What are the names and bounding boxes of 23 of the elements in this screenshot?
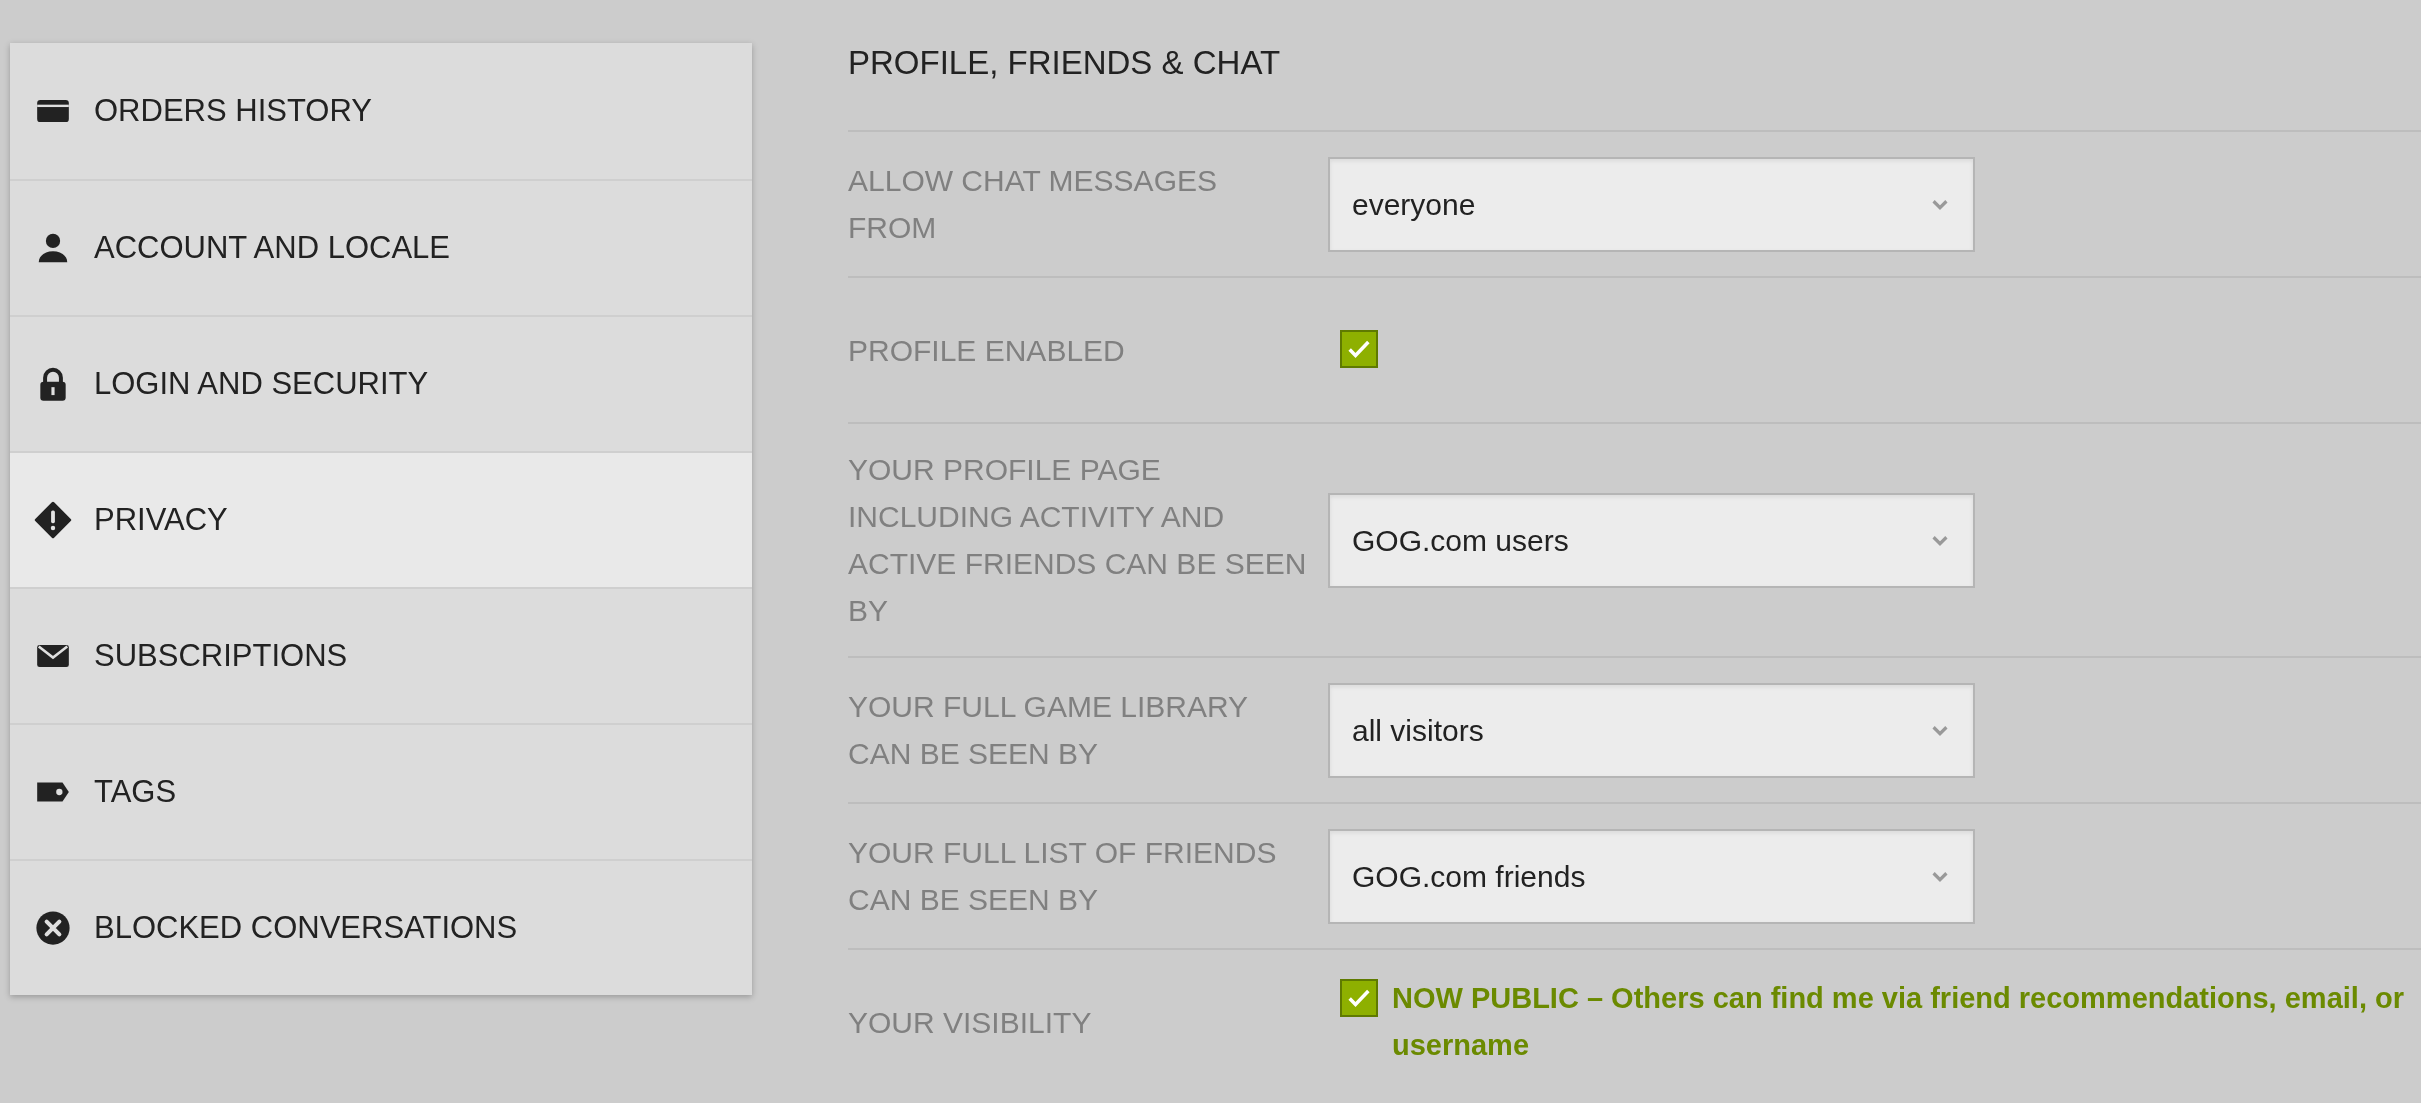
dropdown[interactable]: everyone bbox=[1328, 156, 1975, 252]
sidebar-item[interactable]: LOGIN AND SECURITY bbox=[10, 315, 752, 451]
setting-label: YOUR PROFILE PAGE INCLUDING ACTIVITY AND ACTIVE FRIENDS CAN BE SEEN BY bbox=[848, 452, 1308, 629]
checkbox[interactable] bbox=[1340, 330, 1378, 368]
setting-label: ALLOW CHAT MESSAGES FROM bbox=[848, 163, 1218, 246]
setting-label: PROFILE ENABLED bbox=[848, 332, 1126, 369]
sidebar-item[interactable]: ORDERS HISTORY bbox=[10, 43, 752, 179]
dropdown[interactable]: all visitors bbox=[1328, 682, 1975, 778]
visibility-description: NOW PUBLIC – Others can find me via friend recommendations, email, or username bbox=[1392, 981, 2405, 1063]
sidebar-item[interactable]: TAGS bbox=[10, 723, 752, 859]
checkbox[interactable] bbox=[1340, 979, 1378, 1017]
sidebar-item[interactable]: ACCOUNT AND LOCALE bbox=[10, 179, 752, 315]
setting-label: YOUR VISIBILITY bbox=[848, 1004, 1093, 1041]
dropdown[interactable]: GOG.com users bbox=[1328, 492, 1975, 588]
section-title: PROFILE, FRIENDS & CHAT bbox=[848, 43, 1282, 84]
setting-label: YOUR FULL GAME LIBRARY CAN BE SEEN BY bbox=[848, 689, 1249, 772]
dropdown[interactable]: GOG.com friends bbox=[1328, 828, 1975, 924]
warning-icon bbox=[34, 501, 72, 539]
setting-label: YOUR FULL LIST OF FRIENDS CAN BE SEEN BY bbox=[848, 835, 1278, 918]
sidebar-item[interactable]: PRIVACY bbox=[10, 451, 752, 587]
sidebar-item[interactable]: BLOCKED CONVERSATIONS bbox=[10, 859, 752, 995]
sidebar-item[interactable]: SUBSCRIPTIONS bbox=[10, 587, 752, 723]
close-icon bbox=[34, 909, 72, 947]
